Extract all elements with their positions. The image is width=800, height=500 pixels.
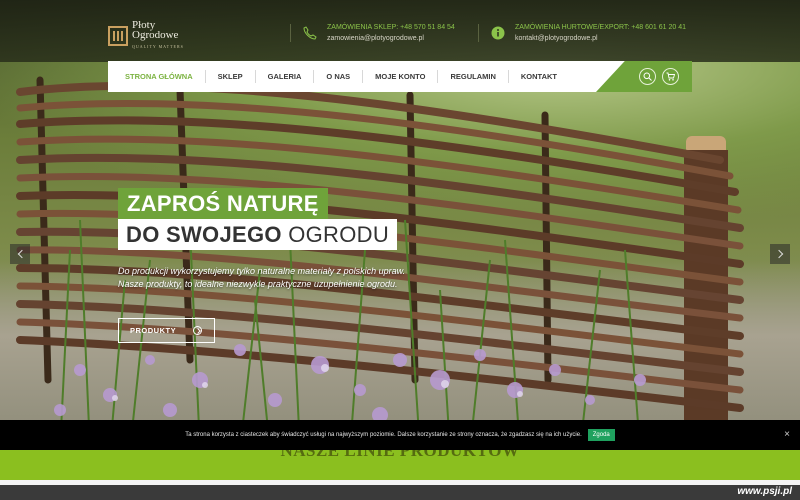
divider <box>478 24 479 42</box>
slide-title-line-1: ZAPROŚ NATURĘ <box>118 188 328 219</box>
contact-shop-email[interactable]: zamowienia@plotyogrodowe.pl <box>327 33 455 44</box>
section-title: NASZE LINIE PRODUKTÓW <box>280 450 520 460</box>
slide-description: Do produkcji wykorzystujemy tylko natura… <box>118 265 448 291</box>
nav-item-terms[interactable]: REGULAMIN <box>438 70 509 83</box>
slide-description-line-2: Nasze produkty, to idealne niezwykle pra… <box>118 279 398 289</box>
slide-title-bold: DO SWOJEGO <box>126 222 282 247</box>
nav-item-shop[interactable]: SKLEP <box>206 70 256 83</box>
search-button[interactable] <box>639 68 656 85</box>
slider-prev-button[interactable] <box>10 244 30 264</box>
header-topbar: Płoty Ogrodowe QUALITY MATTERS ZAMÓWIENI… <box>0 0 800 62</box>
nav-item-about[interactable]: O NAS <box>314 70 364 83</box>
logo-line-2: Ogrodowe <box>132 29 179 41</box>
cookie-notice: Ta strona korzysta z ciasteczek aby świa… <box>0 420 800 450</box>
products-button[interactable]: PRODUKTY <box>118 318 215 343</box>
contact-wholesale-email[interactable]: kontakt@plotyogrodowe.pl <box>515 33 686 44</box>
divider <box>290 24 291 42</box>
contact-wholesale: ZAMÓWIENIA HURTOWE/EXPORT: +48 601 61 20… <box>478 22 686 44</box>
search-icon <box>643 72 652 81</box>
slide-title-line-2: DO SWOJEGO OGRODU <box>118 219 398 250</box>
main-navigation: STRONA GŁÓWNA SKLEP GALERIA O NAS MOJE K… <box>108 61 692 92</box>
phone-icon <box>303 26 317 40</box>
logo-fence-icon <box>108 26 128 46</box>
nav-item-gallery[interactable]: GALERIA <box>256 70 315 83</box>
slide-description-line-1: Do produkcji wykorzystujemy tylko natura… <box>118 266 406 276</box>
contact-wholesale-phone[interactable]: ZAMÓWIENIA HURTOWE/EXPORT: +48 601 61 20… <box>515 22 686 33</box>
close-icon[interactable]: × <box>784 429 790 440</box>
cookie-accept-button[interactable]: Zgoda <box>587 429 615 441</box>
site-logo[interactable]: Płoty Ogrodowe QUALITY MATTERS <box>108 20 184 52</box>
nav-item-account[interactable]: MOJE KONTO <box>363 70 439 83</box>
contact-shop-phone[interactable]: ZAMÓWIENIA SKLEP: +48 570 51 84 54 <box>327 22 455 33</box>
nav-item-home[interactable]: STRONA GŁÓWNA <box>108 70 206 83</box>
bottom-strip <box>0 480 800 500</box>
slide-title-light: OGRODU <box>288 222 390 247</box>
watermark: www.psji.pl <box>737 486 792 497</box>
slider-next-button[interactable] <box>770 244 790 264</box>
product-lines-section: NASZE LINIE PRODUKTÓW <box>0 450 800 480</box>
products-button-label: PRODUKTY <box>130 326 177 335</box>
logo-tagline: QUALITY MATTERS <box>132 44 184 49</box>
cart-icon <box>666 72 675 81</box>
nav-item-contact[interactable]: KONTAKT <box>509 70 569 83</box>
cart-button[interactable] <box>662 68 679 85</box>
info-icon <box>491 26 505 40</box>
cookie-notice-text: Ta strona korzysta z ciasteczek aby świa… <box>185 432 582 438</box>
contact-shop: ZAMÓWIENIA SKLEP: +48 570 51 84 54 zamow… <box>290 22 455 44</box>
arrow-right-circle-icon <box>193 326 202 335</box>
